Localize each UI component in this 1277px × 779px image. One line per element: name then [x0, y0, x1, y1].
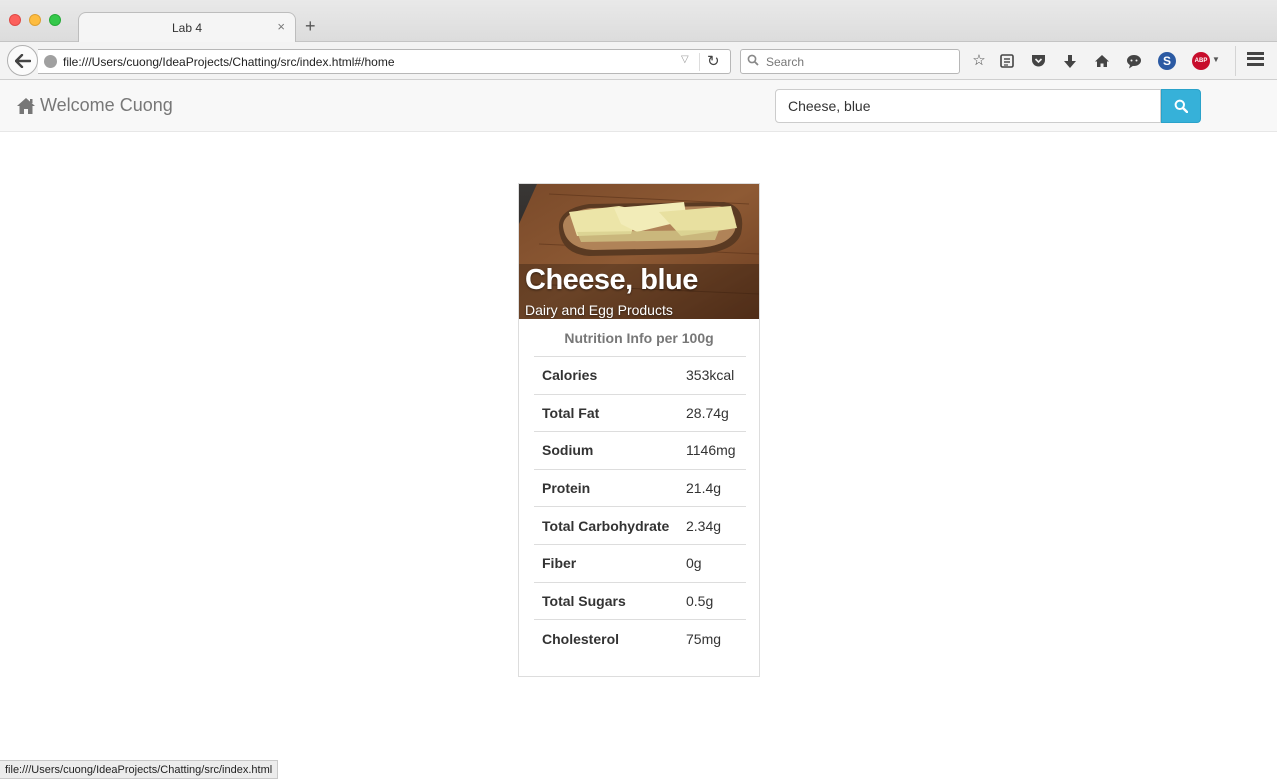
- table-row: Protein 21.4g: [534, 468, 746, 507]
- nutrition-table: Calories 353kcal Total Fat 28.74g Sodium 11…: [534, 356, 746, 658]
- food-card: Cheese, blue Dairy and Egg Products Nutr…: [518, 183, 760, 677]
- close-window-button[interactable]: [9, 14, 21, 26]
- food-name: Cheese, blue: [525, 264, 698, 296]
- tab-close-icon[interactable]: ×: [277, 19, 285, 34]
- download-icon[interactable]: [1060, 51, 1080, 75]
- adblock-dropdown-icon[interactable]: ▼: [1212, 55, 1220, 64]
- url-bar[interactable]: file:///Users/cuong/IdeaProjects/Chattin…: [38, 49, 731, 74]
- food-image: Cheese, blue Dairy and Egg Products: [519, 184, 759, 319]
- browser-search-bar[interactable]: Search: [740, 49, 960, 74]
- pocket-icon[interactable]: [1028, 51, 1048, 74]
- cheese-bread-photo: [519, 184, 759, 319]
- table-row: Total Fat 28.74g: [534, 393, 746, 432]
- globe-icon: [44, 55, 57, 68]
- nutrient-value: 2.34g: [678, 506, 746, 545]
- zoom-window-button[interactable]: [49, 14, 61, 26]
- nutrient-name: Total Fat: [534, 393, 678, 432]
- table-row: Cholesterol 75mg: [534, 619, 746, 658]
- new-tab-button[interactable]: +: [305, 17, 316, 35]
- nutrient-name: Fiber: [534, 543, 678, 583]
- browser-titlebar: Lab 4 × +: [0, 0, 1277, 43]
- food-category: Dairy and Egg Products: [525, 302, 673, 318]
- back-arrow-icon: [14, 53, 31, 68]
- nutrient-value: 75mg: [678, 619, 746, 658]
- adblock-icon[interactable]: ABP: [1192, 52, 1210, 70]
- nutrient-value: 28.74g: [678, 393, 746, 432]
- brand-label: Welcome Cuong: [40, 95, 173, 115]
- menu-icon[interactable]: [1247, 52, 1264, 66]
- browser-tab[interactable]: Lab 4 ×: [78, 12, 296, 43]
- nutrient-name: Cholesterol: [534, 619, 678, 658]
- reload-icon[interactable]: ↻: [707, 52, 720, 70]
- url-separator: [699, 53, 700, 71]
- nutrient-value: 353kcal: [678, 356, 746, 395]
- s-extension-icon[interactable]: S: [1158, 52, 1176, 70]
- home-icon[interactable]: [1092, 51, 1112, 74]
- food-search-input[interactable]: [775, 89, 1161, 123]
- app-navbar: Welcome Cuong: [0, 80, 1277, 132]
- table-row: Sodium 1146mg: [534, 431, 746, 470]
- search-placeholder: Search: [766, 55, 805, 69]
- nutrient-value: 0g: [678, 543, 746, 583]
- home-icon: [17, 97, 35, 114]
- nutrient-name: Sodium: [534, 431, 678, 470]
- table-row: Fiber 0g: [534, 543, 746, 583]
- status-bar-url: file:///Users/cuong/IdeaProjects/Chattin…: [0, 760, 279, 779]
- table-row: Total Carbohydrate 2.34g: [534, 506, 746, 545]
- url-history-dropdown-icon[interactable]: ▽: [681, 54, 689, 65]
- nutrient-name: Calories: [534, 356, 678, 395]
- chat-icon[interactable]: [1124, 51, 1144, 75]
- reading-list-icon[interactable]: [997, 51, 1017, 74]
- nutrient-name: Total Carbohydrate: [534, 506, 678, 545]
- nutrient-name: Total Sugars: [534, 581, 678, 620]
- url-text[interactable]: file:///Users/cuong/IdeaProjects/Chattin…: [63, 55, 395, 69]
- minimize-window-button[interactable]: [29, 14, 41, 26]
- nutrient-value: 1146mg: [678, 431, 746, 470]
- tab-title: Lab 4: [171, 21, 203, 35]
- bookmark-star-icon[interactable]: ☆: [969, 51, 989, 71]
- table-row: Calories 353kcal: [534, 356, 746, 395]
- food-search-group: [775, 89, 1201, 123]
- search-icon: [747, 54, 759, 69]
- table-row: Total Sugars 0.5g: [534, 581, 746, 620]
- nutrient-value: 21.4g: [678, 468, 746, 507]
- nutrient-name: Protein: [534, 468, 678, 507]
- back-button[interactable]: [7, 45, 38, 76]
- search-icon: [1174, 99, 1188, 113]
- nutrient-value: 0.5g: [678, 581, 746, 620]
- nutrition-heading: Nutrition Info per 100g: [564, 330, 714, 346]
- toolbar-separator: [1235, 46, 1236, 76]
- search-button[interactable]: [1161, 89, 1201, 123]
- browser-toolbar: file:///Users/cuong/IdeaProjects/Chattin…: [0, 42, 1277, 80]
- brand-link[interactable]: Welcome Cuong: [16, 95, 173, 116]
